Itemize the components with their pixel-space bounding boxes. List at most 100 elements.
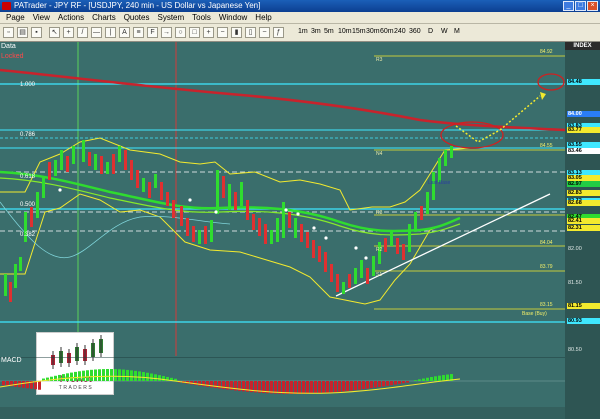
fib-label: 0.618 [20,174,36,180]
macd-bar [110,369,113,381]
candlesticks [4,140,453,302]
timeframe-60m[interactable]: 60m [380,28,394,35]
menu-view[interactable]: View [29,13,54,22]
timeframe-3m[interactable]: 3m [311,28,321,35]
circle-icon[interactable]: ○ [175,27,186,38]
timeframe-240[interactable]: 240 [394,28,406,35]
menu-bar: Page View Actions Charts Quotes System T… [0,12,600,24]
bar-chart-icon[interactable]: ▮ [231,27,242,38]
timeframe-1m[interactable]: 1m [298,28,308,35]
minimize-button[interactable]: _ [563,1,574,11]
menu-quotes[interactable]: Quotes [120,13,154,22]
macd-bar [286,381,289,394]
macd-bar [398,381,401,384]
close-button[interactable]: × [587,1,598,11]
channel-icon[interactable]: ≡ [133,27,144,38]
timeframe-30m[interactable]: 30m [366,28,380,35]
macd-bar [318,381,321,394]
horizontal-line-icon[interactable]: — [91,27,102,38]
macd-bar [378,381,381,387]
menu-tools[interactable]: Tools [188,13,215,22]
price-chart[interactable] [0,42,566,356]
menu-actions[interactable]: Actions [54,13,88,22]
menu-system[interactable]: System [153,13,188,22]
red-moving-average [0,68,566,132]
macd-histogram [2,369,453,394]
text-icon[interactable]: A [119,27,130,38]
projection-arrowhead [540,92,546,100]
timeframe-weekly[interactable]: W [441,28,448,35]
candle-chart-icon[interactable]: ▯ [245,27,256,38]
macd-bar [154,374,157,381]
last-base-label: Last Base [428,180,451,186]
zoom-out-icon[interactable]: − [217,27,228,38]
data-panel-label: Data [1,43,16,50]
macd-bar [346,381,349,392]
toolbar: ▫ ▤ ▪ ↖ + / — | A ≡ F → ○ □ + − ▮ ▯ ~ ƒ … [0,24,600,42]
macd-bar [194,381,197,386]
macd-bar [442,375,445,381]
patrader-window: PATrader - JPY RF - [USDJPY, 240 min - U… [0,0,600,419]
fib-label: 0.382 [20,232,36,238]
line-chart-icon[interactable]: ~ [259,27,270,38]
macd-bar [54,375,57,381]
macd-bar [330,381,333,393]
cursor-icon[interactable]: ↖ [49,27,60,38]
price-axis-label: 83.77 [567,126,600,133]
timeframe-10m[interactable]: 10m [338,28,352,35]
macd-bar [86,370,89,381]
timeframe-monthly[interactable]: M [454,28,460,35]
macd-bar [314,381,317,394]
index-label: INDEX [565,42,600,50]
price-axis-label: 82.31 [567,225,600,232]
crosshair-icon[interactable]: + [63,27,74,38]
save-icon[interactable]: ▪ [31,27,42,38]
menu-charts[interactable]: Charts [88,13,120,22]
macd-bar [70,372,73,381]
macd-bar [354,381,357,391]
macd-bar [146,372,149,381]
new-page-icon[interactable]: ▫ [3,27,14,38]
price-axis-label: 82.41 [567,218,600,225]
price-chart-panel[interactable]: 1.000 0.786 0.618 0.500 0.382 R3 N4 R3 R… [0,42,566,395]
macd-bar [26,381,29,389]
menu-help[interactable]: Help [251,13,275,22]
menu-window[interactable]: Window [215,13,251,22]
timeframe-360[interactable]: 360 [409,28,421,35]
price-axis[interactable] [565,50,600,419]
macd-bar [334,381,337,393]
timeframe-15m[interactable]: 15m [352,28,366,35]
macd-bar [134,370,137,381]
macd-bar [370,381,373,389]
macd-bar [430,377,433,381]
macd-bar [326,381,329,393]
fibonacci-icon[interactable]: F [147,27,158,38]
zoom-in-icon[interactable]: + [203,27,214,38]
macd-chart[interactable] [0,356,565,419]
macd-bar [350,381,353,391]
app-icon [2,2,11,10]
rectangle-icon[interactable]: □ [189,27,200,38]
trendline-icon[interactable]: / [77,27,88,38]
indicator-icon[interactable]: ƒ [273,27,284,38]
macd-bar [358,381,361,390]
arrow-icon[interactable]: → [161,27,172,38]
macd-bar [162,376,165,381]
open-icon[interactable]: ▤ [17,27,28,38]
maximize-button[interactable]: □ [575,1,586,11]
vertical-line-icon[interactable]: | [105,27,116,38]
macd-bar [126,369,129,381]
timeframe-5m[interactable]: 5m [324,28,334,35]
macd-label: MACD [1,357,22,364]
macd-bar [142,372,145,381]
title-bar: PATrader - JPY RF - [USDJPY, 240 min - U… [0,0,600,12]
timeframe-daily[interactable]: D [428,28,433,35]
window-title: PATrader - JPY RF - [USDJPY, 240 min - U… [14,1,261,10]
teal-indicator-line [0,201,231,259]
macd-bar [390,381,393,386]
macd-bar [118,369,121,381]
macd-panel[interactable] [0,356,565,419]
menu-page[interactable]: Page [2,13,29,22]
pivot-label: N4 [376,151,383,157]
macd-bar [386,381,389,386]
